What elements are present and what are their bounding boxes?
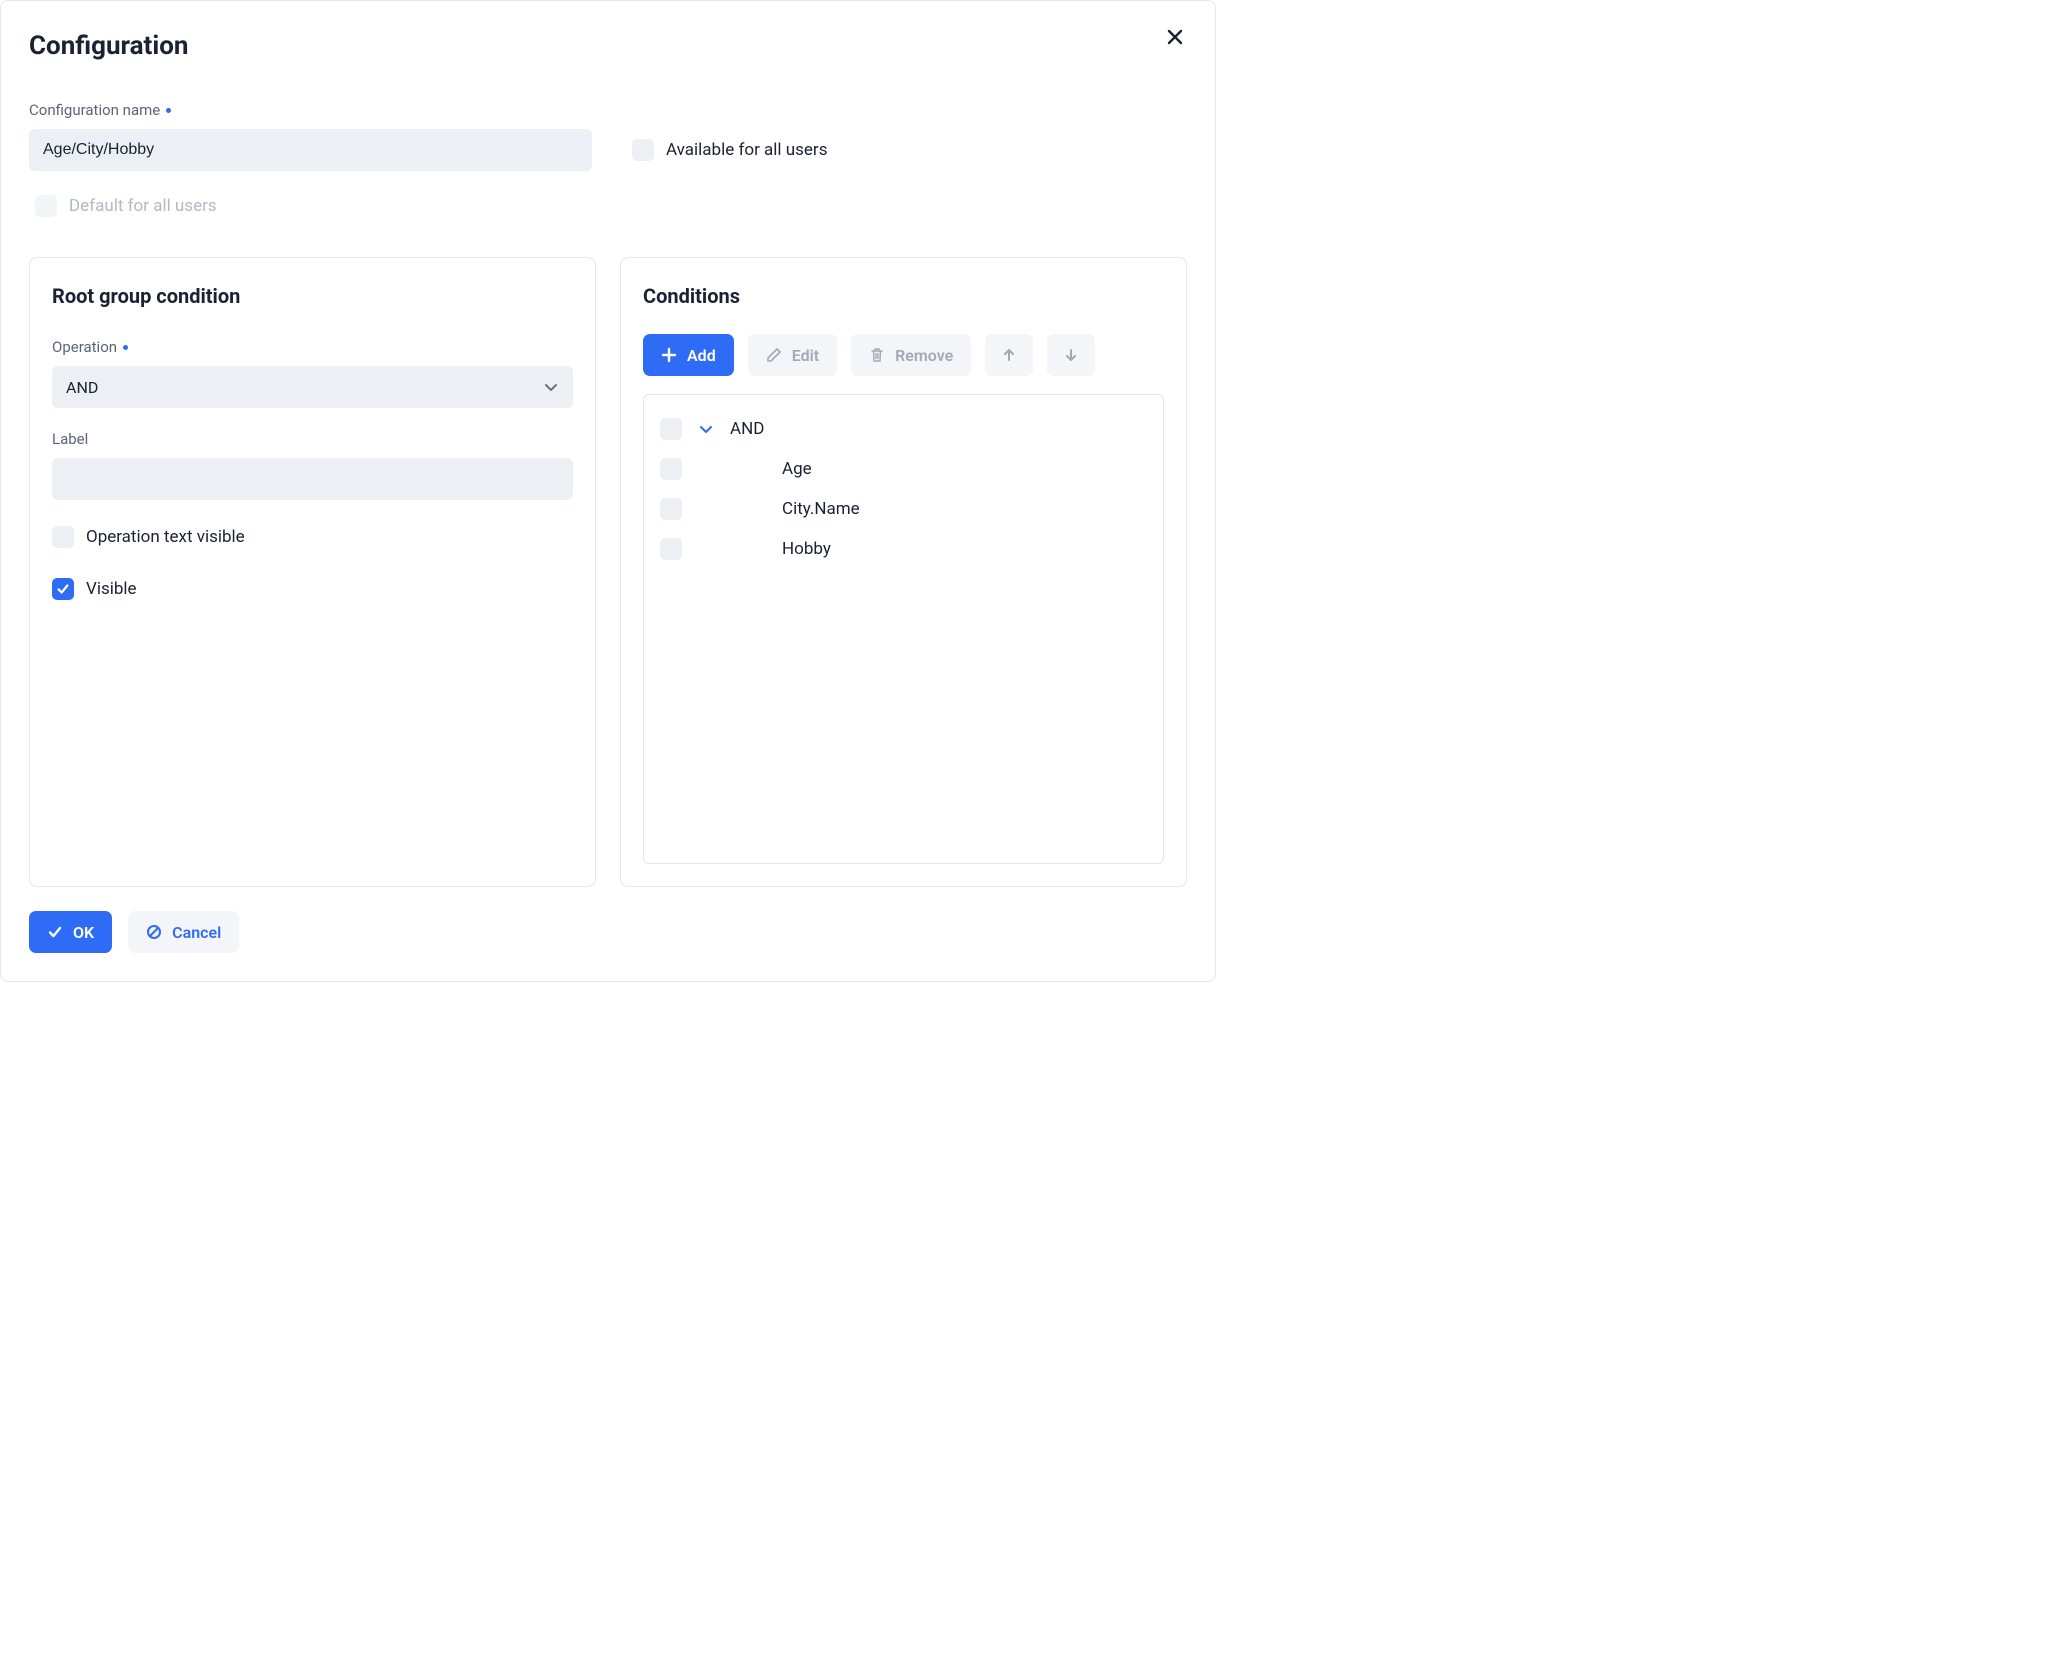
available-for-all-users-label: Available for all users [666, 140, 827, 160]
arrow-down-icon [1063, 347, 1079, 363]
chevron-down-icon[interactable] [696, 419, 716, 439]
default-for-all-users-row: Default for all users [35, 185, 1187, 227]
tree-item-checkbox[interactable] [660, 498, 682, 520]
dialog-footer: OK Cancel [29, 911, 1187, 953]
dialog-title: Configuration [29, 31, 188, 61]
conditions-title: Conditions [643, 284, 1164, 308]
root-group-panel: Root group condition Operation AND Label [29, 257, 596, 887]
operation-label: Operation [52, 338, 573, 356]
required-dot-icon [123, 345, 128, 350]
configuration-name-input[interactable] [29, 129, 592, 171]
plus-icon [661, 347, 677, 363]
conditions-panel: Conditions Add Edit [620, 257, 1187, 887]
tree-root-row[interactable]: AND [660, 409, 1147, 449]
close-icon[interactable] [1163, 25, 1187, 49]
visible-row: Visible [52, 568, 573, 610]
visible-checkbox[interactable] [52, 578, 74, 600]
pencil-icon [766, 347, 782, 363]
tree-item-checkbox[interactable] [660, 538, 682, 560]
configuration-dialog: Configuration Configuration name Availab… [0, 0, 1216, 982]
label-input[interactable] [52, 458, 573, 500]
trash-icon [869, 347, 885, 363]
tree-root-checkbox[interactable] [660, 418, 682, 440]
move-up-button[interactable] [985, 334, 1033, 376]
tree-item-row[interactable]: Age [660, 449, 1147, 489]
configuration-name-field: Configuration name [29, 101, 592, 171]
tree-item-checkbox[interactable] [660, 458, 682, 480]
default-for-all-users-label: Default for all users [69, 196, 217, 216]
root-group-checks: Operation text visible Visible [52, 516, 573, 610]
visible-label: Visible [86, 579, 137, 599]
dialog-header: Configuration [29, 25, 1187, 101]
add-button[interactable]: Add [643, 334, 734, 376]
required-dot-icon [166, 108, 171, 113]
panels-row: Root group condition Operation AND Label [29, 257, 1187, 887]
move-down-button[interactable] [1047, 334, 1095, 376]
configuration-name-label: Configuration name [29, 101, 592, 119]
tree-item-label: Hobby [782, 539, 831, 559]
tree-item-label: Age [782, 459, 812, 479]
remove-button[interactable]: Remove [851, 334, 971, 376]
tree-item-row[interactable]: Hobby [660, 529, 1147, 569]
operation-text-visible-label: Operation text visible [86, 527, 245, 547]
operation-text-visible-checkbox[interactable] [52, 526, 74, 548]
ok-button[interactable]: OK [29, 911, 112, 953]
operation-select-wrap: AND [52, 366, 573, 408]
check-icon [47, 924, 63, 940]
operation-text-visible-row: Operation text visible [52, 516, 573, 558]
edit-button[interactable]: Edit [748, 334, 837, 376]
tree-item-label: City.Name [782, 499, 860, 519]
cancel-button[interactable]: Cancel [128, 911, 239, 953]
default-for-all-users-checkbox [35, 195, 57, 217]
label-label: Label [52, 430, 573, 448]
operation-select[interactable]: AND [52, 366, 573, 408]
tree-item-row[interactable]: City.Name [660, 489, 1147, 529]
available-for-all-users-row: Available for all users [632, 129, 827, 171]
root-group-title: Root group condition [52, 284, 573, 308]
tree-root-label: AND [730, 419, 764, 439]
conditions-tree: AND Age City.Name [643, 394, 1164, 864]
top-form: Configuration name Available for all use… [29, 101, 1187, 171]
available-for-all-users-checkbox[interactable] [632, 139, 654, 161]
arrow-up-icon [1001, 347, 1017, 363]
conditions-toolbar: Add Edit Remove [643, 334, 1164, 376]
ban-icon [146, 924, 162, 940]
